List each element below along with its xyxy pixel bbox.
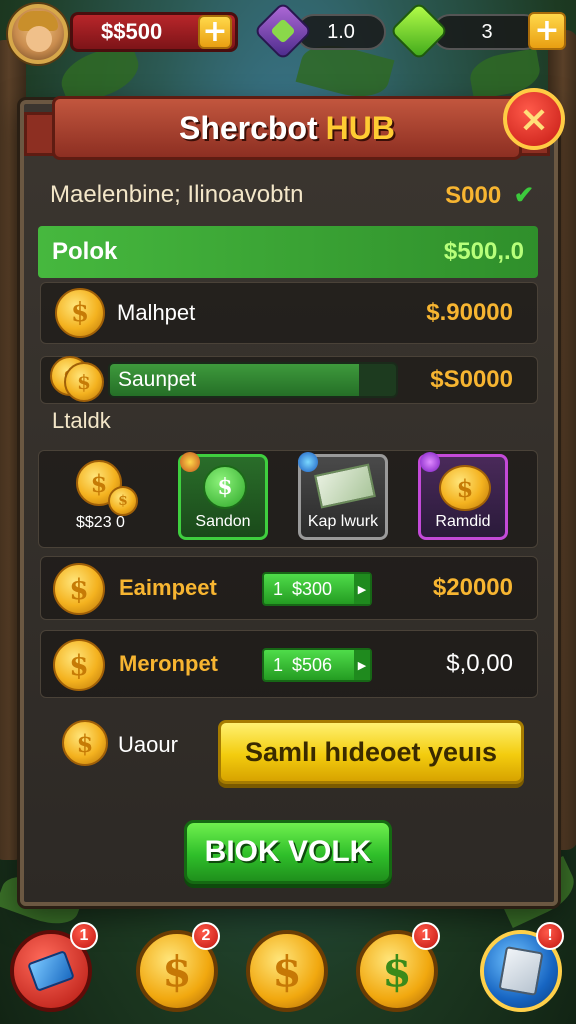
card-label: Sandon [195,513,251,530]
close-icon: × [518,98,550,140]
notification-badge: ! [536,922,564,950]
coin-stack-label: $$23 0 [76,514,125,531]
green-coin-icon: $ [203,465,247,509]
list-item-malhpet[interactable]: $ Malhpet $.90000 [40,282,538,344]
coin-icon: $ [53,639,105,691]
coin-icon: $ [162,946,192,996]
cash-icon [389,1,449,61]
top-bar: $$500 + 1.0 3 + [0,0,576,66]
panel-title-accent: HUB [325,109,395,146]
dollar-glyph: $ [76,728,94,758]
add-money-button[interactable]: + [198,15,232,49]
avatar-face [26,26,52,52]
nav-button-shop[interactable]: $ [246,930,328,1012]
coin-icon: $ [439,465,491,511]
gem-badge-icon [180,452,200,472]
plus-icon: + [534,13,560,48]
coin-stack-icon: $ [108,486,138,516]
row-value: $,0,00 [446,650,513,677]
pool-row[interactable]: Polok $500,.0 [38,226,538,278]
card-label: Kap lwurk [307,513,379,530]
pill-qty: 1 [272,578,283,599]
buy-pill-button[interactable]: 1 $506 ▶ [262,648,372,682]
row-value: $20000 [432,574,513,601]
dollar-glyph: $ [69,572,89,606]
notification-badge: 2 [192,922,220,950]
cards-icon [498,946,544,996]
arrow-right-icon: ▶ [354,574,370,604]
header-row: Maelenbine; Ilinoavobtn S000 ✔ [50,178,534,212]
row-label: Malhpet [117,300,196,325]
green-button-label: BIOK VOLK [204,835,372,868]
dollar-glyph: $ [70,298,90,328]
dollar-glyph: $ [118,493,128,509]
player-avatar[interactable] [8,4,68,64]
buy-pill-button[interactable]: 1 $300 ▶ [262,572,372,606]
yellow-button-label: Samlı hıdeoet yeuıs [244,736,498,767]
gem-badge-icon [298,452,318,472]
pill-qty: 1 [272,654,283,675]
coin-stack-icon: $ [64,362,104,402]
row-value: $.90000 [426,299,513,326]
row-label: Meronpet [119,651,218,676]
bottom-label: Uaour [118,732,178,757]
gem-value: 1.0 [327,20,355,43]
banknote-icon [314,463,376,509]
progress-label: Saunpet [118,368,197,391]
add-cash-button[interactable]: + [528,12,566,50]
gem-icon [253,1,313,61]
cash-value: 3 [481,20,493,43]
coin-icon: $ [55,288,105,338]
money-value: $$500 [101,19,163,44]
pool-label: Polok [52,238,118,265]
coin-icon: $ [382,946,412,996]
arrow-right-icon: ▶ [354,650,370,680]
header-label: Maelenbine; Ilinoavobtn [50,181,304,208]
row-label: Eaimpeet [119,575,217,600]
pill-price: $506 [292,654,333,675]
card-icon [27,950,75,992]
notification-badge: 1 [412,922,440,950]
cash-counter: 3 [432,14,542,50]
dollar-glyph: $ [69,648,89,682]
bottom-nav: 1 $ 2 $ $ 1 ! [0,912,576,1024]
pill-price: $300 [292,578,333,599]
coin-icon: $ [272,946,302,996]
progress-value: $S0000 [430,366,513,393]
green-action-button[interactable]: BIOK VOLK [184,820,392,884]
panel-title-text: Shercbot [178,109,318,146]
panel-title: Shercbot HUB [52,96,522,160]
dollar-glyph: $ [217,474,233,500]
dollar-glyph: $ [77,370,91,394]
close-button[interactable]: × [503,88,565,150]
coin-icon: $ [62,720,108,766]
header-amount: S000 [445,181,502,209]
card-label: Ramdid [435,513,491,530]
plus-icon: + [202,14,228,49]
dollar-glyph: $ [456,473,474,503]
coin-icon: $ [53,563,105,615]
dollar-glyph: $ [90,468,108,498]
gem-badge-icon [420,452,440,472]
notification-badge: 1 [70,922,98,950]
yellow-action-button[interactable]: Samlı hıdeoet yeuıs [218,720,524,784]
pool-amount: $500,.0 [443,238,524,265]
section-label: Ltaldk [52,408,111,433]
check-icon: ✔ [513,181,534,209]
